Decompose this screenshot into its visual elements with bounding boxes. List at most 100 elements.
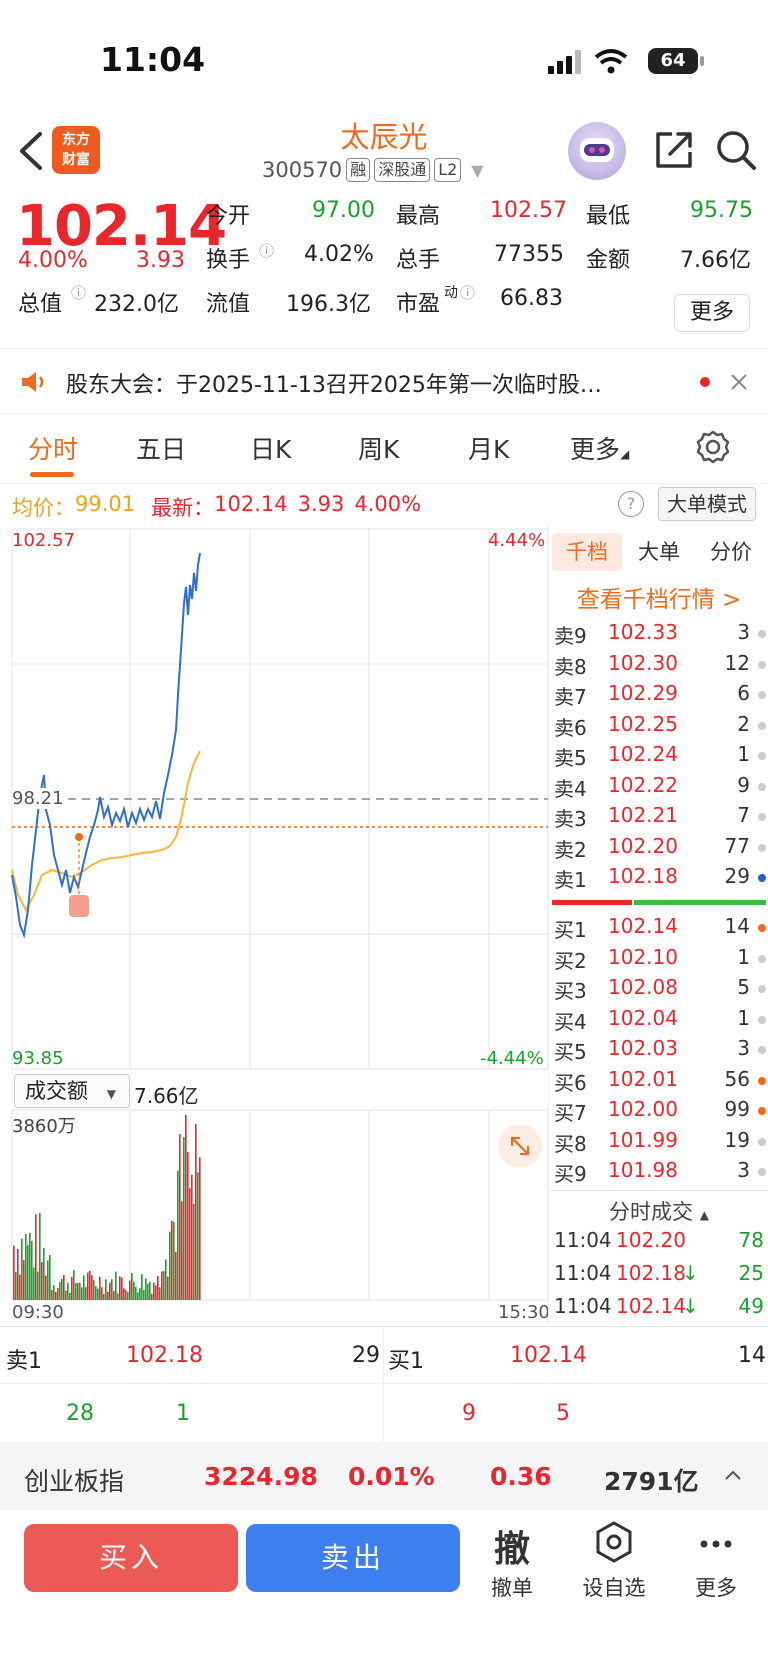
volume-metric-select[interactable]: 成交额 ▼ bbox=[14, 1074, 130, 1108]
bids-level-row[interactable]: 买4 102.04 1 bbox=[554, 1006, 768, 1036]
bids-level-row[interactable]: 买6 102.01 56 bbox=[554, 1067, 768, 1097]
info-icon[interactable]: ⓘ bbox=[71, 282, 86, 303]
bids-level-row[interactable]: 买3 102.08 5 bbox=[554, 975, 768, 1005]
bids-level-row[interactable]: 买1 102.14 14 bbox=[554, 914, 768, 944]
asks-level-row[interactable]: 卖6 102.25 2 bbox=[554, 712, 768, 742]
tab-five-day[interactable]: 五日 bbox=[136, 430, 186, 466]
hexagon-icon bbox=[574, 1520, 654, 1566]
tab-weekly-k[interactable]: 周K bbox=[358, 430, 399, 466]
index-value: 3224.98 bbox=[204, 1462, 318, 1491]
open-value: 97.00 bbox=[312, 198, 375, 223]
intraday-chart[interactable] bbox=[0, 525, 550, 1325]
volume-bar bbox=[13, 1245, 15, 1300]
settings-gear-icon[interactable] bbox=[696, 430, 730, 464]
level-volume: 14 bbox=[724, 914, 750, 938]
more-actions-button[interactable]: 更多 bbox=[676, 1520, 756, 1602]
tab-intraday[interactable]: 分时 bbox=[28, 430, 78, 466]
level1-summary: 卖1 102.18 29 买1 102.14 14 28 1 9 5 bbox=[0, 1326, 768, 1443]
volume-bar bbox=[169, 1231, 171, 1300]
intraday-info-row: 均价： 99.01 最新： 102.14 3.93 4.00% bbox=[12, 492, 421, 522]
volume-bar bbox=[185, 1115, 187, 1300]
level-price: 102.22 bbox=[608, 772, 678, 797]
tab-big-orders[interactable]: 大单 bbox=[626, 533, 692, 571]
level-price: 101.98 bbox=[608, 1158, 678, 1182]
share-icon[interactable] bbox=[652, 128, 696, 172]
asks-level-row[interactable]: 卖5 102.24 1 bbox=[554, 742, 768, 772]
tab-depth[interactable]: 千档 bbox=[552, 533, 622, 571]
bids-level-row[interactable]: 买5 102.03 3 bbox=[554, 1036, 768, 1066]
asks-level-row[interactable]: 卖1 102.18 29 bbox=[554, 864, 768, 894]
avg-price-line bbox=[11, 750, 201, 913]
time-end: 15:30 bbox=[498, 1302, 550, 1323]
info-icon[interactable]: ⓘ bbox=[259, 240, 274, 261]
volume-bar bbox=[189, 1188, 191, 1300]
level-price: 102.01 bbox=[608, 1066, 678, 1091]
tick-time: 11:04 bbox=[554, 1261, 612, 1285]
volume-bar bbox=[25, 1233, 27, 1300]
tab-daily-k[interactable]: 日K bbox=[250, 430, 291, 466]
tab-price-distribution[interactable]: 分价 bbox=[696, 533, 766, 571]
asks-level-row[interactable]: 卖8 102.30 12 bbox=[554, 651, 768, 681]
level-price: 102.29 bbox=[608, 681, 678, 705]
buy-button[interactable]: 买入 bbox=[24, 1524, 238, 1592]
bids-level-row[interactable]: 买8 101.99 19 bbox=[554, 1128, 768, 1158]
order-dot-icon bbox=[758, 954, 766, 963]
index-change: 0.36 bbox=[490, 1462, 552, 1491]
tick-time: 11:04 bbox=[554, 1294, 612, 1318]
order-dot-icon bbox=[758, 1046, 766, 1054]
add-watchlist-button[interactable]: 设自选 bbox=[574, 1520, 654, 1602]
help-icon[interactable]: ? bbox=[618, 491, 644, 517]
level-price: 102.10 bbox=[608, 944, 678, 969]
volume-bar bbox=[119, 1276, 121, 1300]
bids-level-row[interactable]: 买7 102.00 99 bbox=[554, 1097, 768, 1127]
order-dot-icon bbox=[758, 660, 766, 669]
level-label: 卖2 bbox=[554, 837, 587, 862]
quote-more-button[interactable]: 更多 bbox=[674, 294, 750, 332]
mktcap-value: 232.0亿 bbox=[94, 292, 179, 317]
tab-more[interactable]: 更多◢ bbox=[570, 430, 629, 466]
level-volume: 7 bbox=[737, 803, 750, 827]
level-label: 卖4 bbox=[554, 776, 587, 801]
volume-bar bbox=[163, 1270, 165, 1300]
tab-monthly-k[interactable]: 月K bbox=[468, 430, 509, 466]
announcement-bar[interactable]: 股东大会：于2025-11-13召开2025年第一次临时股… bbox=[0, 348, 768, 414]
tick-trades-header[interactable]: 分时成交 ▲ bbox=[550, 1196, 768, 1226]
index-ticker-bar[interactable]: 创业板指 3224.98 0.01% 0.36 2791亿 bbox=[0, 1442, 768, 1510]
bids-level-row[interactable]: 买9 101.98 3 bbox=[554, 1158, 768, 1188]
volume-bar bbox=[127, 1291, 129, 1300]
tick-time: 11:04 bbox=[554, 1228, 612, 1252]
sell-button[interactable]: 卖出 bbox=[246, 1524, 460, 1592]
latest-change: 3.93 bbox=[297, 492, 345, 516]
level-volume: 77 bbox=[724, 833, 750, 858]
asks-level-row[interactable]: 卖4 102.22 9 bbox=[554, 773, 768, 803]
volume-bar bbox=[187, 1151, 189, 1300]
stock-code-row[interactable]: 300570 融 深股通 L2 ▼ bbox=[262, 158, 484, 182]
info-icon[interactable]: ⓘ bbox=[460, 282, 475, 303]
cancel-order-button[interactable]: 撤 撤单 bbox=[472, 1520, 552, 1602]
view-depth-link[interactable]: 查看千档行情 > bbox=[550, 580, 768, 614]
chevron-up-icon[interactable] bbox=[724, 1468, 742, 1482]
asks-level-row[interactable]: 卖9 102.33 3 bbox=[554, 620, 768, 650]
asks-level-row[interactable]: 卖7 102.29 6 bbox=[554, 681, 768, 711]
big-order-mode-button[interactable]: 大单模式 bbox=[658, 487, 756, 521]
asks-level-row[interactable]: 卖3 102.21 7 bbox=[554, 803, 768, 833]
level-price: 102.04 bbox=[608, 1005, 678, 1030]
order-dot-icon bbox=[758, 843, 766, 852]
tick-volume: 78 bbox=[738, 1228, 764, 1252]
search-icon[interactable] bbox=[714, 128, 758, 172]
ai-assistant-avatar[interactable] bbox=[568, 122, 626, 180]
pct-axis-bottom: -4.44% bbox=[480, 1048, 544, 1069]
tick-price: 102.14 bbox=[616, 1294, 686, 1318]
level-label: 卖9 bbox=[554, 624, 587, 648]
volume-bar bbox=[137, 1292, 139, 1300]
volume-bar bbox=[145, 1278, 147, 1300]
bids-level-row[interactable]: 买2 102.10 1 bbox=[554, 945, 768, 975]
volume-bar bbox=[193, 1203, 195, 1300]
b-marker[interactable] bbox=[69, 895, 89, 917]
close-icon[interactable] bbox=[730, 373, 748, 391]
asks-level-row[interactable]: 卖2 102.20 77 bbox=[554, 834, 768, 864]
volume-bar bbox=[99, 1276, 101, 1300]
expand-chart-button[interactable] bbox=[498, 1124, 542, 1168]
price-grid bbox=[11, 528, 549, 1301]
volume-bar bbox=[171, 1220, 173, 1300]
